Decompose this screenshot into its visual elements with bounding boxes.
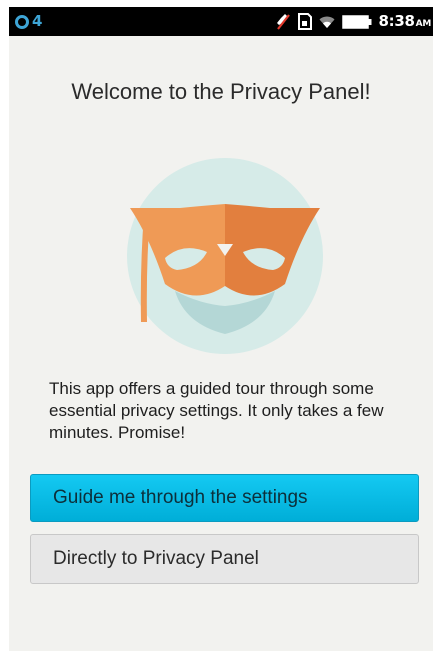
clock-ampm: AM: [415, 19, 432, 29]
notification-icon[interactable]: [15, 14, 29, 29]
page-title: Welcome to the Privacy Panel!: [71, 79, 371, 104]
wifi-icon: [319, 16, 335, 28]
app-screen: 4 8:38AM Welcome to the Privacy Panel! T…: [9, 7, 433, 651]
mask-icon: [127, 158, 323, 354]
clock-time: 8:38: [378, 12, 415, 30]
clock: 8:38AM: [378, 12, 432, 30]
intro-text: This app offers a guided tour through so…: [49, 379, 384, 442]
battery-icon: [341, 14, 372, 29]
sim-icon: [297, 13, 312, 30]
notification-count: 4: [32, 12, 43, 30]
status-bar: 4 8:38AM: [9, 7, 433, 36]
guide-me-button[interactable]: Guide me through the settings: [30, 474, 419, 522]
mute-icon: [276, 13, 290, 30]
direct-to-panel-button[interactable]: Directly to Privacy Panel: [30, 534, 419, 584]
status-right: 8:38AM: [275, 11, 431, 32]
status-left: 4: [15, 11, 42, 32]
